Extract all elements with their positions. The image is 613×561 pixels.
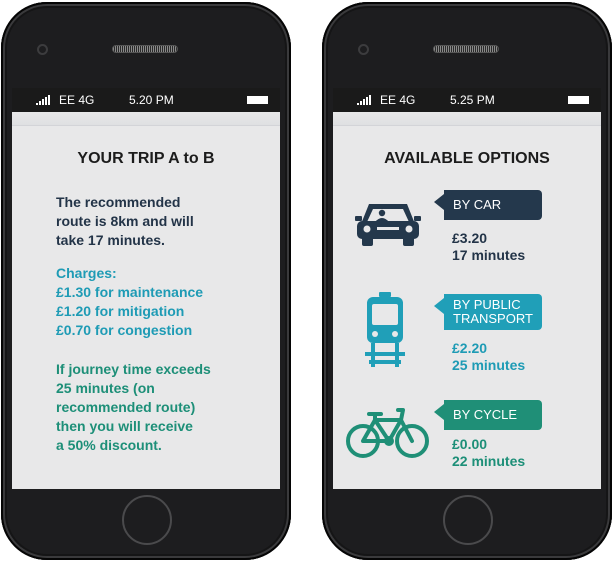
route-summary: The recommended route is 8km and will ta… xyxy=(56,193,194,250)
option-price: £3.20 xyxy=(452,230,488,246)
discount-line: 25 minutes (on xyxy=(56,380,155,396)
option-tag-car[interactable]: BY CAR xyxy=(434,190,542,220)
speaker-grille xyxy=(112,45,178,53)
page-title: YOUR TRIP A to B xyxy=(77,150,215,167)
status-bar: EE 4G 5.25 PM xyxy=(333,88,601,112)
status-time: 5.20 PM xyxy=(129,93,174,107)
status-bar: EE 4G 5.20 PM xyxy=(12,88,280,112)
charge-item: £1.20 for mitigation xyxy=(56,303,185,319)
option-tag-public-transport[interactable]: BY PUBLIC TRANSPORT xyxy=(434,294,542,330)
route-summary-line: The recommended xyxy=(56,194,181,210)
discount-line: then you will receive xyxy=(56,418,193,434)
option-tag-cycle[interactable]: BY CYCLE xyxy=(434,400,542,430)
option-label: BY PUBLIC TRANSPORT xyxy=(453,298,533,326)
speaker-grille xyxy=(433,45,499,53)
charges-list: Charges: £1.30 for maintenance £1.20 for… xyxy=(56,264,203,340)
option-duration: 22 minutes xyxy=(452,453,526,469)
option-duration: 17 minutes xyxy=(452,247,526,263)
charges-heading: Charges: xyxy=(56,265,117,281)
page-title: AVAILABLE OPTIONS xyxy=(384,150,550,167)
phone-left: EE 4G 5.20 PM YOUR TRIP A to B The recom… xyxy=(1,2,291,560)
option-public-transport-details: £2.20 25 minutes xyxy=(452,340,525,374)
battery-icon xyxy=(568,96,589,104)
option-label-line: BY PUBLIC xyxy=(453,297,521,312)
header-divider xyxy=(333,112,601,126)
carrier-label: EE 4G xyxy=(380,93,416,107)
option-price: £2.20 xyxy=(452,340,488,356)
car-icon xyxy=(355,204,421,246)
phone-screen: EE 4G 5.20 PM YOUR TRIP A to B The recom… xyxy=(12,88,280,489)
option-label: BY CYCLE xyxy=(453,407,518,422)
train-icon xyxy=(365,292,405,367)
discount-note: If journey time exceeds 25 minutes (on r… xyxy=(56,360,211,455)
battery-icon xyxy=(247,96,268,104)
status-time: 5.25 PM xyxy=(450,93,495,107)
header-divider xyxy=(12,112,280,126)
option-car-details: £3.20 17 minutes xyxy=(452,230,525,264)
phone-right: EE 4G 5.25 PM AVAILABLE OPTIONS BY CAR £… xyxy=(322,2,612,560)
route-summary-line: take 17 minutes. xyxy=(56,232,165,248)
home-button[interactable] xyxy=(122,495,172,545)
option-price: £0.00 xyxy=(452,436,488,452)
option-label-line: TRANSPORT xyxy=(453,311,533,326)
discount-line: a 50% discount. xyxy=(56,437,162,453)
phone-screen: EE 4G 5.25 PM AVAILABLE OPTIONS BY CAR £… xyxy=(333,88,601,489)
option-cycle-details: £0.00 22 minutes xyxy=(452,436,525,470)
discount-line: recommended route) xyxy=(56,399,196,415)
front-camera xyxy=(37,44,48,55)
option-duration: 25 minutes xyxy=(452,357,526,373)
charge-item: £0.70 for congestion xyxy=(56,322,193,338)
discount-line: If journey time exceeds xyxy=(56,361,211,377)
carrier-label: EE 4G xyxy=(59,93,95,107)
bicycle-icon xyxy=(346,408,429,458)
front-camera xyxy=(358,44,369,55)
signal-icon xyxy=(36,95,56,105)
route-summary-line: route is 8km and will xyxy=(56,213,194,229)
signal-icon xyxy=(357,95,377,105)
home-button[interactable] xyxy=(443,495,493,545)
option-label: BY CAR xyxy=(453,197,502,212)
charge-item: £1.30 for maintenance xyxy=(56,284,204,300)
